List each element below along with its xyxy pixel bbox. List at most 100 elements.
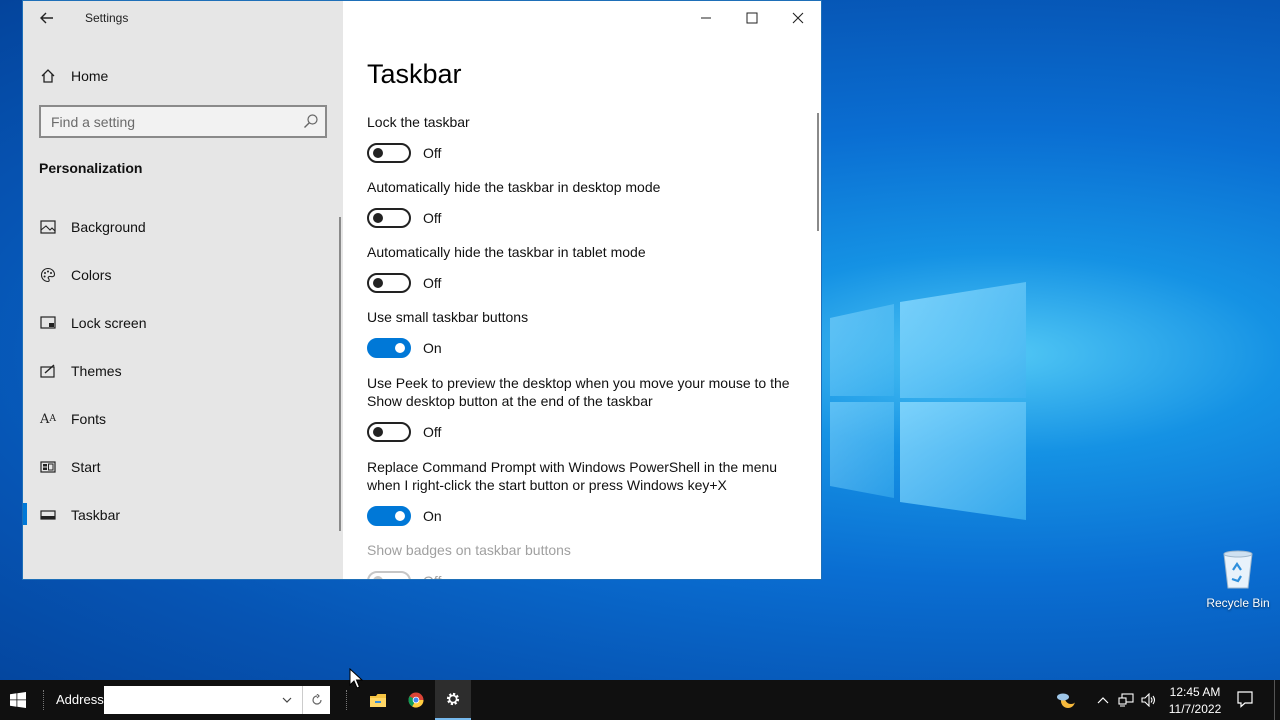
sidebar: Settings Home Personalization Background — [23, 1, 343, 579]
page-title: Taskbar — [367, 59, 462, 89]
sidebar-item-label: Fonts — [71, 411, 107, 427]
refresh-icon[interactable] — [302, 686, 330, 714]
sidebar-scrollbar[interactable] — [339, 217, 341, 531]
taskbar-icon — [39, 506, 57, 524]
address-toolbar[interactable] — [104, 686, 330, 714]
setting-label: Automatically hide the taskbar in deskto… — [367, 179, 661, 195]
setting-autohide-desktop: Automatically hide the taskbar in deskto… — [367, 178, 807, 228]
close-button[interactable] — [775, 1, 821, 35]
toggle-state: On — [423, 340, 442, 356]
toggle-state: Off — [423, 210, 442, 226]
network-icon[interactable] — [1116, 690, 1136, 710]
chrome-button[interactable] — [398, 680, 434, 720]
sidebar-item-label: Colors — [71, 267, 112, 283]
toggle-state: Off — [423, 573, 441, 579]
toolbar-separator[interactable] — [346, 690, 348, 710]
setting-badges: Show badges on taskbar buttons Off — [367, 541, 807, 579]
clock-date: 11/7/2022 — [1168, 702, 1222, 716]
autohide-tablet-toggle[interactable] — [367, 273, 411, 293]
start-button[interactable] — [0, 680, 36, 720]
settings-window: Settings Home Personalization Background — [22, 0, 822, 580]
sidebar-item-colors[interactable]: Colors — [39, 263, 339, 287]
powershell-toggle[interactable] — [367, 506, 411, 526]
themes-icon — [39, 362, 57, 380]
windows-logo-wallpaper — [830, 282, 1026, 520]
maximize-icon — [746, 12, 758, 24]
sidebar-item-label: Start — [71, 459, 101, 475]
back-arrow-icon — [40, 12, 53, 24]
clock-time: 12:45 AM — [1169, 685, 1221, 699]
section-title: Personalization — [39, 160, 143, 176]
sidebar-item-start[interactable]: Start — [39, 455, 339, 479]
close-icon — [792, 12, 804, 24]
small-buttons-toggle[interactable] — [367, 338, 411, 358]
sidebar-item-label: Lock screen — [71, 315, 147, 331]
windows-icon — [10, 692, 26, 708]
taskbar: Address 12:45 AM 11/7/2022 — [0, 680, 1280, 720]
selection-indicator — [23, 503, 27, 525]
desktop-icon-edge[interactable] — [0, 36, 22, 88]
back-button[interactable] — [35, 7, 59, 29]
sidebar-item-home[interactable]: Home — [39, 65, 329, 87]
chevron-up-icon[interactable] — [1093, 690, 1113, 710]
sidebar-item-themes[interactable]: Themes — [39, 359, 339, 383]
content-pane: Taskbar Lock the taskbar Off Automatical… — [343, 1, 821, 579]
setting-label: Lock the taskbar — [367, 114, 470, 130]
autohide-desktop-toggle[interactable] — [367, 208, 411, 228]
setting-label: Show badges on taskbar buttons — [367, 542, 571, 558]
notification-icon[interactable] — [1236, 690, 1258, 710]
setting-label: Replace Command Prompt with Windows Powe… — [367, 459, 778, 493]
clock[interactable]: 12:45 AM 11/7/2022 — [1164, 684, 1226, 718]
search-icon[interactable] — [303, 113, 319, 129]
setting-powershell: Replace Command Prompt with Windows Powe… — [367, 458, 807, 526]
setting-lock-taskbar: Lock the taskbar Off — [367, 113, 807, 163]
toolbar-separator[interactable] — [43, 690, 45, 710]
sidebar-item-taskbar[interactable]: Taskbar — [39, 503, 339, 527]
window-controls — [683, 1, 821, 35]
address-label: Address — [56, 692, 104, 707]
title-bar[interactable]: Settings — [23, 1, 343, 35]
toggle-state: Off — [423, 275, 442, 291]
sidebar-item-lock-screen[interactable]: Lock screen — [39, 311, 339, 335]
lock-taskbar-toggle[interactable] — [367, 143, 411, 163]
chevron-down-icon[interactable] — [274, 686, 300, 714]
search-input[interactable] — [41, 107, 281, 136]
minimize-button[interactable] — [683, 1, 729, 35]
palette-icon — [39, 266, 57, 284]
content-scrollbar[interactable] — [817, 113, 819, 231]
setting-label: Automatically hide the taskbar in tablet… — [367, 244, 646, 260]
lock-screen-icon — [39, 314, 57, 332]
setting-autohide-tablet: Automatically hide the taskbar in tablet… — [367, 243, 807, 293]
setting-label: Use small taskbar buttons — [367, 309, 529, 325]
window-title: Settings — [85, 11, 129, 25]
file-explorer-button[interactable] — [360, 680, 396, 720]
show-desktop-button[interactable] — [1274, 680, 1280, 720]
fonts-icon: AA — [40, 411, 56, 427]
badges-toggle — [367, 571, 411, 579]
peek-toggle[interactable] — [367, 422, 411, 442]
search-box[interactable] — [39, 105, 327, 138]
minimize-icon — [701, 17, 711, 19]
maximize-button[interactable] — [729, 1, 775, 35]
settings-taskbar-button[interactable] — [435, 680, 471, 720]
folder-icon — [370, 693, 386, 707]
setting-small-buttons: Use small taskbar buttons On — [367, 308, 807, 358]
weather-icon[interactable] — [1054, 688, 1078, 712]
volume-icon[interactable] — [1139, 690, 1159, 710]
toggle-state: Off — [423, 145, 442, 161]
picture-icon — [39, 218, 57, 236]
home-label: Home — [71, 68, 109, 84]
address-input[interactable] — [104, 686, 270, 714]
sidebar-item-label: Themes — [71, 363, 122, 379]
setting-label: Use Peek to preview the desktop when you… — [367, 375, 790, 409]
sidebar-item-fonts[interactable]: AA Fonts — [39, 407, 339, 431]
toggle-state: Off — [423, 424, 442, 440]
gear-icon — [446, 692, 460, 706]
recycle-bin-icon[interactable]: Recycle Bin — [1202, 548, 1274, 610]
chrome-icon — [408, 692, 424, 708]
sidebar-item-background[interactable]: Background — [39, 215, 339, 239]
setting-peek: Use Peek to preview the desktop when you… — [367, 374, 807, 442]
sidebar-item-label: Background — [71, 219, 146, 235]
sidebar-item-label: Taskbar — [71, 507, 121, 523]
mouse-cursor-icon — [349, 668, 363, 689]
